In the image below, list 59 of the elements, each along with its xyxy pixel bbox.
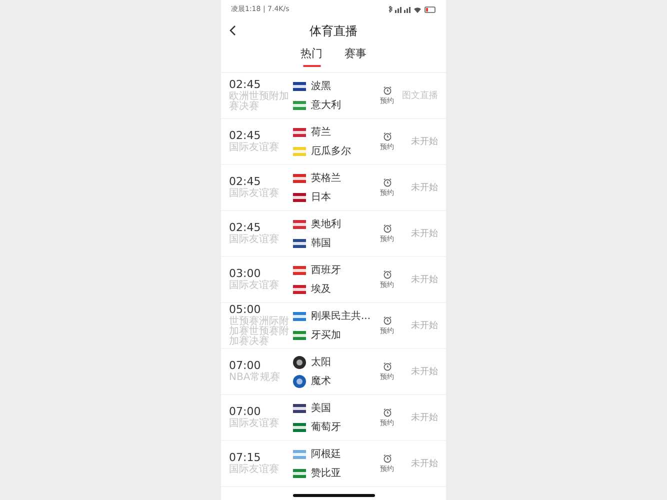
match-status: 未开始 — [410, 136, 438, 148]
league-name: 国际友谊赛 — [229, 281, 280, 292]
league-name: 国际友谊赛 — [229, 189, 280, 200]
league-name: 欧洲世预附加赛决赛 — [229, 92, 290, 112]
team-name: 厄瓜多尔 — [311, 144, 351, 158]
match-time: 02:45 — [229, 222, 261, 234]
team-name: 美国 — [311, 402, 331, 415]
team-name: 刚果民主共... — [311, 310, 371, 323]
team-name: 埃及 — [311, 282, 331, 296]
match-status: 未开始 — [410, 366, 438, 378]
match-time: 07:00 — [229, 360, 262, 372]
team-name: 阿根廷 — [311, 448, 341, 461]
team-name: 魔术 — [311, 374, 331, 388]
match-status: 未开始 — [410, 412, 438, 424]
match-status: 未开始 — [410, 458, 438, 470]
status-icons — [388, 6, 436, 12]
league-name: 国际友谊赛 — [229, 419, 280, 430]
alarm-clock-icon — [382, 224, 392, 232]
match-status: 图文直播 — [401, 90, 438, 102]
match-time: 07:00 — [229, 406, 261, 418]
team-name: 波黑 — [311, 80, 331, 93]
tab[interactable]: 热门 — [300, 44, 322, 72]
page-title: 体育直播 — [310, 22, 358, 40]
league-name: 国际友谊赛 — [229, 465, 280, 476]
back-icon[interactable] — [229, 25, 236, 36]
match-time: 07:15 — [229, 452, 261, 464]
match-status: 未开始 — [410, 228, 438, 240]
match-time: 02:45 — [229, 176, 261, 188]
league-name: 国际友谊赛 — [229, 143, 280, 154]
alarm-clock-icon — [382, 178, 392, 186]
alarm-clock-icon — [382, 270, 392, 278]
match-status: 未开始 — [410, 320, 438, 332]
team-name: 葡萄牙 — [311, 420, 341, 434]
league-name: 国际友谊赛 — [229, 235, 280, 246]
league-name: 世预赛洲际附加赛世预赛附加赛决赛 — [229, 317, 290, 348]
team-name: 英格兰 — [311, 172, 341, 185]
match-time: 05:00 — [229, 304, 261, 316]
tab[interactable]: 赛事 — [344, 44, 366, 72]
team-name: 赞比亚 — [311, 466, 341, 480]
team-name: 荷兰 — [311, 126, 331, 139]
team-name: 意大利 — [311, 98, 341, 112]
match-status: 未开始 — [410, 182, 438, 194]
league-name: NBA常规赛 — [229, 373, 282, 384]
match-time: 02:45 — [229, 78, 262, 91]
alarm-clock-icon — [382, 132, 392, 140]
alarm-clock-icon — [382, 86, 392, 94]
alarm-clock-icon — [382, 408, 392, 416]
team-name: 西班牙 — [311, 264, 341, 277]
team-name: 日本 — [311, 190, 331, 204]
match-time: 03:00 — [229, 268, 261, 280]
alarm-clock-icon — [382, 362, 392, 370]
team-name: 太阳 — [311, 356, 331, 369]
alarm-clock-icon — [382, 316, 392, 324]
alarm-clock-icon — [382, 454, 392, 462]
team-name: 牙买加 — [311, 328, 341, 342]
team-name: 韩国 — [311, 236, 331, 250]
match-time: 02:45 — [229, 130, 261, 142]
team-name: 奥地利 — [311, 218, 341, 231]
match-status: 未开始 — [410, 274, 438, 286]
